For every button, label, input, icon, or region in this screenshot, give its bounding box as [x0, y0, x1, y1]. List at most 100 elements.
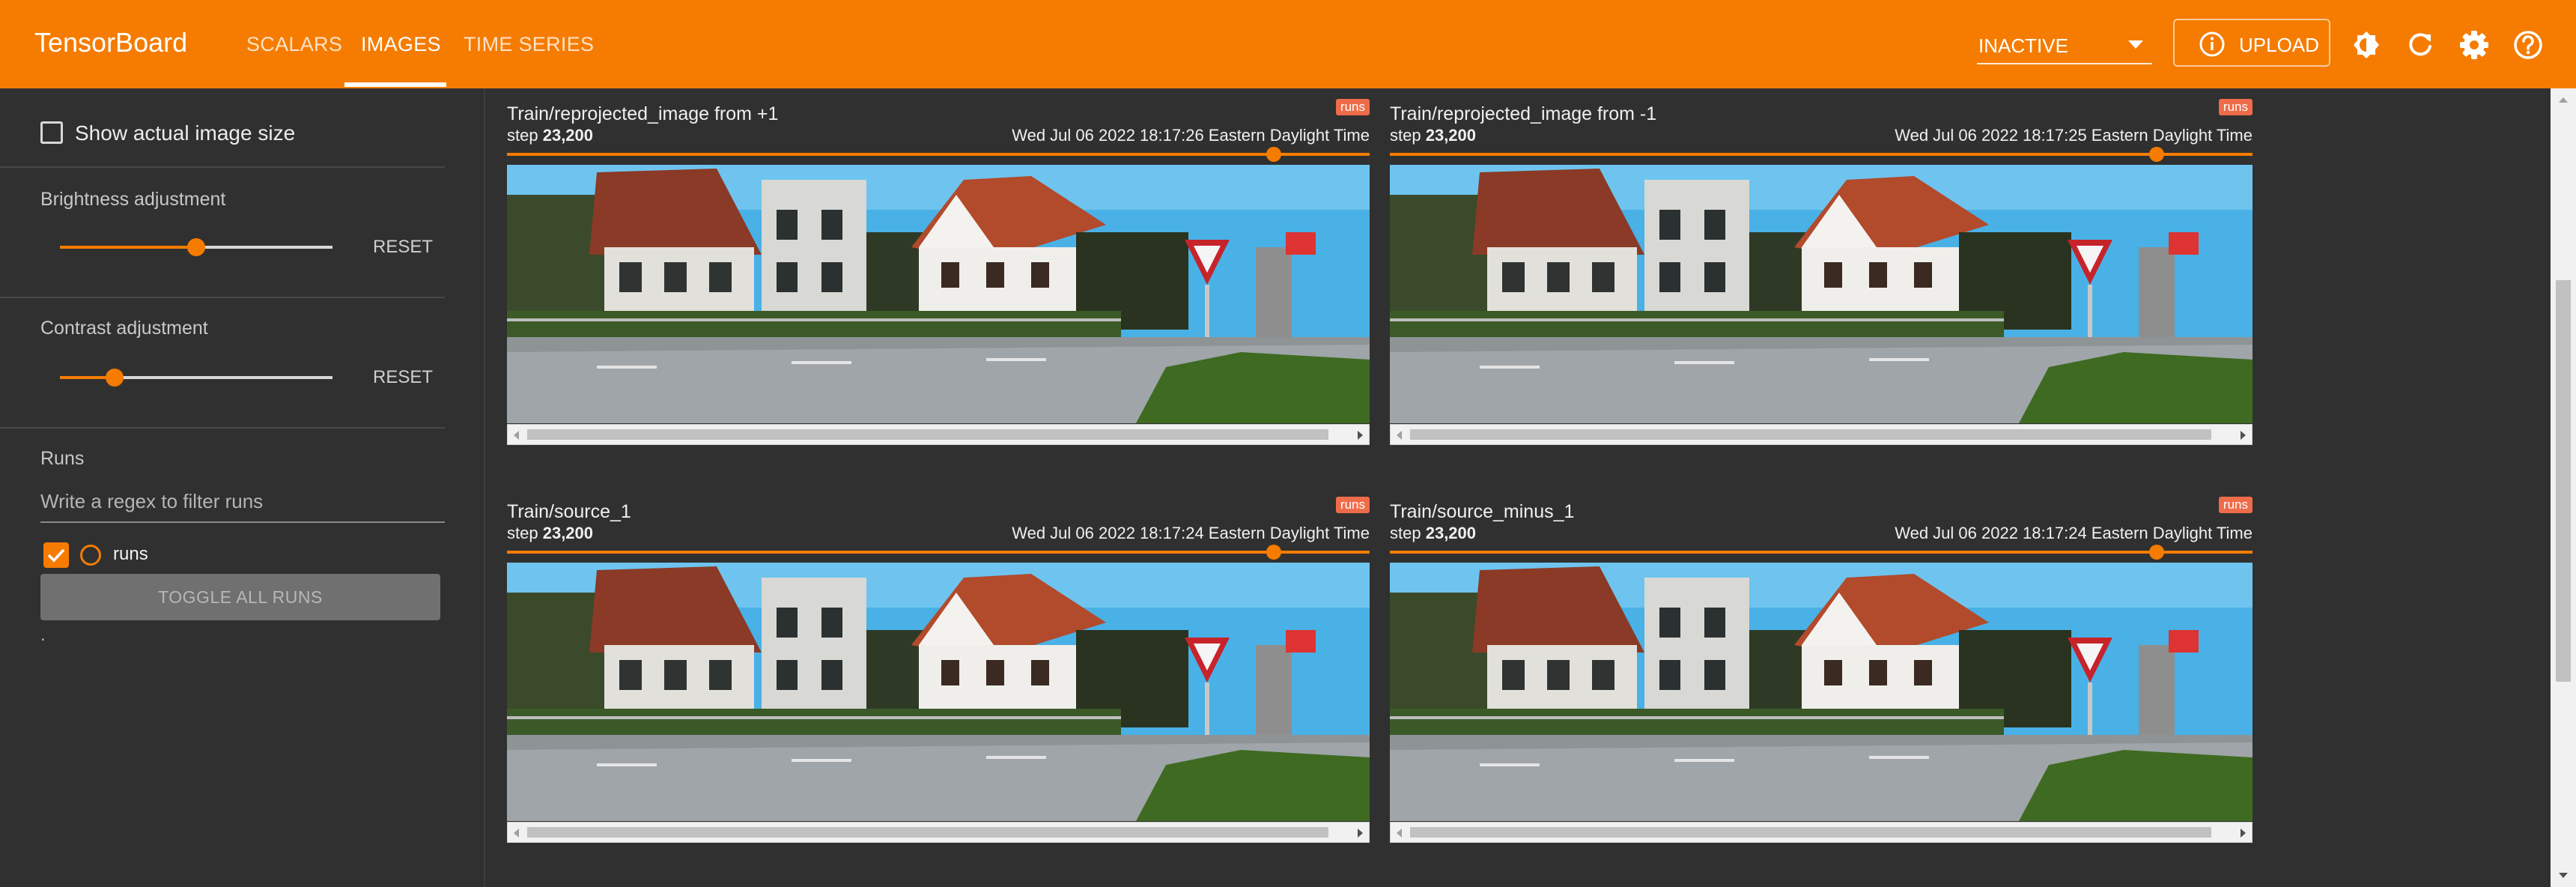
scroll-up-icon[interactable]: [2559, 97, 2568, 103]
divider: [0, 166, 445, 168]
toggle-all-runs-button[interactable]: TOGGLE ALL RUNS: [40, 574, 440, 620]
runs-footnote: .: [40, 625, 46, 645]
training-image: [1390, 563, 2253, 821]
scrollbar-thumb[interactable]: [1410, 827, 2211, 838]
sidebar: Show actual image size Brightness adjust…: [0, 88, 485, 887]
brightness-icon[interactable]: [2350, 28, 2383, 61]
app-title: TensorBoard: [34, 27, 188, 58]
checkmark-icon: [47, 548, 65, 563]
card-title: Train/reprojected_image from +1: [507, 103, 779, 124]
images-dashboard: Train/reprojected_image from +1 runs ste…: [487, 88, 2551, 887]
inactive-select-value: INACTIVE: [1978, 34, 2068, 57]
divider: [0, 297, 445, 298]
show-actual-size-label: Show actual image size: [75, 121, 296, 145]
card-step: step 23,200: [1390, 126, 1476, 145]
step-slider[interactable]: [1390, 153, 2253, 156]
step-value: 23,200: [542, 524, 594, 542]
brightness-slider-thumb[interactable]: [187, 238, 205, 256]
run-badge: runs: [2218, 99, 2253, 115]
step-slider[interactable]: [1390, 551, 2253, 554]
toggle-all-runs-label: TOGGLE ALL RUNS: [158, 587, 323, 607]
page-scrollbar[interactable]: [2551, 88, 2576, 887]
image-card: Train/reprojected_image from +1 runs ste…: [507, 88, 1370, 448]
card-step: step 23,200: [507, 126, 593, 145]
training-image: [1390, 165, 2253, 423]
contrast-slider-thumb[interactable]: [105, 369, 124, 387]
step-slider-thumb[interactable]: [1266, 147, 1282, 162]
brightness-slider-fill: [60, 246, 196, 249]
horizontal-scrollbar[interactable]: [507, 822, 1370, 843]
card-title: Train/source_minus_1: [1390, 501, 1575, 522]
scroll-left-icon[interactable]: [514, 431, 519, 440]
scrollbar-thumb[interactable]: [1410, 429, 2211, 440]
step-label: step: [1390, 126, 1421, 145]
card-timestamp: Wed Jul 06 2022 18:17:24 Eastern Dayligh…: [1895, 524, 2253, 542]
run-checkbox[interactable]: [43, 542, 69, 568]
image-card: Train/reprojected_image from -1 runs ste…: [1390, 88, 2253, 448]
runs-filter-field[interactable]: [40, 484, 445, 523]
run-color-indicator[interactable]: [80, 545, 101, 566]
scroll-left-icon[interactable]: [514, 829, 519, 838]
step-label: step: [507, 126, 538, 145]
page-scrollbar-thumb[interactable]: [2556, 280, 2571, 682]
show-actual-size-checkbox[interactable]: [40, 121, 63, 144]
scroll-left-icon[interactable]: [1397, 431, 1402, 440]
run-badge: runs: [1335, 99, 1370, 115]
scroll-right-icon[interactable]: [2241, 431, 2246, 440]
top-app-bar: TensorBoard SCALARS IMAGES TIME SERIES I…: [0, 0, 2576, 88]
inactive-dashboards-select[interactable]: INACTIVE: [1977, 27, 2152, 64]
tab-images[interactable]: IMAGES: [361, 33, 441, 56]
active-tab-indicator: [344, 82, 446, 87]
runs-title: Runs: [40, 448, 85, 469]
step-value: 23,200: [1425, 524, 1477, 542]
run-label: runs: [113, 544, 148, 564]
card-title: Train/reprojected_image from -1: [1390, 103, 1657, 124]
training-image: [507, 165, 1370, 423]
contrast-title: Contrast adjustment: [40, 318, 208, 339]
step-slider-thumb[interactable]: [2149, 147, 2165, 162]
step-slider[interactable]: [507, 551, 1370, 554]
scroll-right-icon[interactable]: [1358, 829, 1363, 838]
brightness-reset-button[interactable]: RESET: [373, 237, 433, 258]
step-label: step: [507, 524, 538, 542]
image-card: Train/source_1 runs step 23,200 Wed Jul …: [507, 486, 1370, 846]
tab-time-series[interactable]: TIME SERIES: [464, 33, 594, 56]
scrollbar-thumb[interactable]: [527, 827, 1328, 838]
tab-scalars[interactable]: SCALARS: [246, 33, 342, 56]
scroll-down-icon[interactable]: [2559, 873, 2568, 878]
run-badge: runs: [1335, 497, 1370, 513]
card-step: step 23,200: [507, 524, 593, 543]
step-label: step: [1390, 524, 1421, 542]
step-value: 23,200: [1425, 126, 1477, 145]
scrollbar-thumb[interactable]: [527, 429, 1328, 440]
horizontal-scrollbar[interactable]: [507, 424, 1370, 445]
step-value: 23,200: [542, 126, 594, 145]
card-title: Train/source_1: [507, 501, 631, 522]
step-slider[interactable]: [507, 153, 1370, 156]
settings-icon[interactable]: [2458, 28, 2491, 61]
step-slider-thumb[interactable]: [2149, 545, 2165, 560]
scroll-left-icon[interactable]: [1397, 829, 1402, 838]
chevron-down-icon: [2128, 40, 2143, 49]
brightness-title: Brightness adjustment: [40, 189, 226, 210]
runs-filter-input[interactable]: [40, 484, 445, 518]
refresh-icon[interactable]: [2404, 28, 2437, 61]
card-timestamp: Wed Jul 06 2022 18:17:24 Eastern Dayligh…: [1012, 524, 1370, 542]
brightness-slider[interactable]: [60, 238, 332, 256]
info-icon: [2199, 31, 2225, 57]
card-timestamp: Wed Jul 06 2022 18:17:25 Eastern Dayligh…: [1895, 126, 2253, 145]
step-slider-thumb[interactable]: [1266, 545, 1282, 560]
contrast-reset-button[interactable]: RESET: [373, 367, 433, 388]
run-badge: runs: [2218, 497, 2253, 513]
help-icon[interactable]: [2512, 28, 2545, 61]
upload-button[interactable]: UPLOAD: [2173, 19, 2330, 67]
scroll-right-icon[interactable]: [1358, 431, 1363, 440]
contrast-slider[interactable]: [60, 369, 332, 387]
image-card: Train/source_minus_1 runs step 23,200 We…: [1390, 486, 2253, 846]
scroll-right-icon[interactable]: [2241, 829, 2246, 838]
horizontal-scrollbar[interactable]: [1390, 424, 2253, 445]
horizontal-scrollbar[interactable]: [1390, 822, 2253, 843]
upload-label: UPLOAD: [2239, 34, 2319, 56]
divider: [0, 427, 445, 429]
card-step: step 23,200: [1390, 524, 1476, 543]
